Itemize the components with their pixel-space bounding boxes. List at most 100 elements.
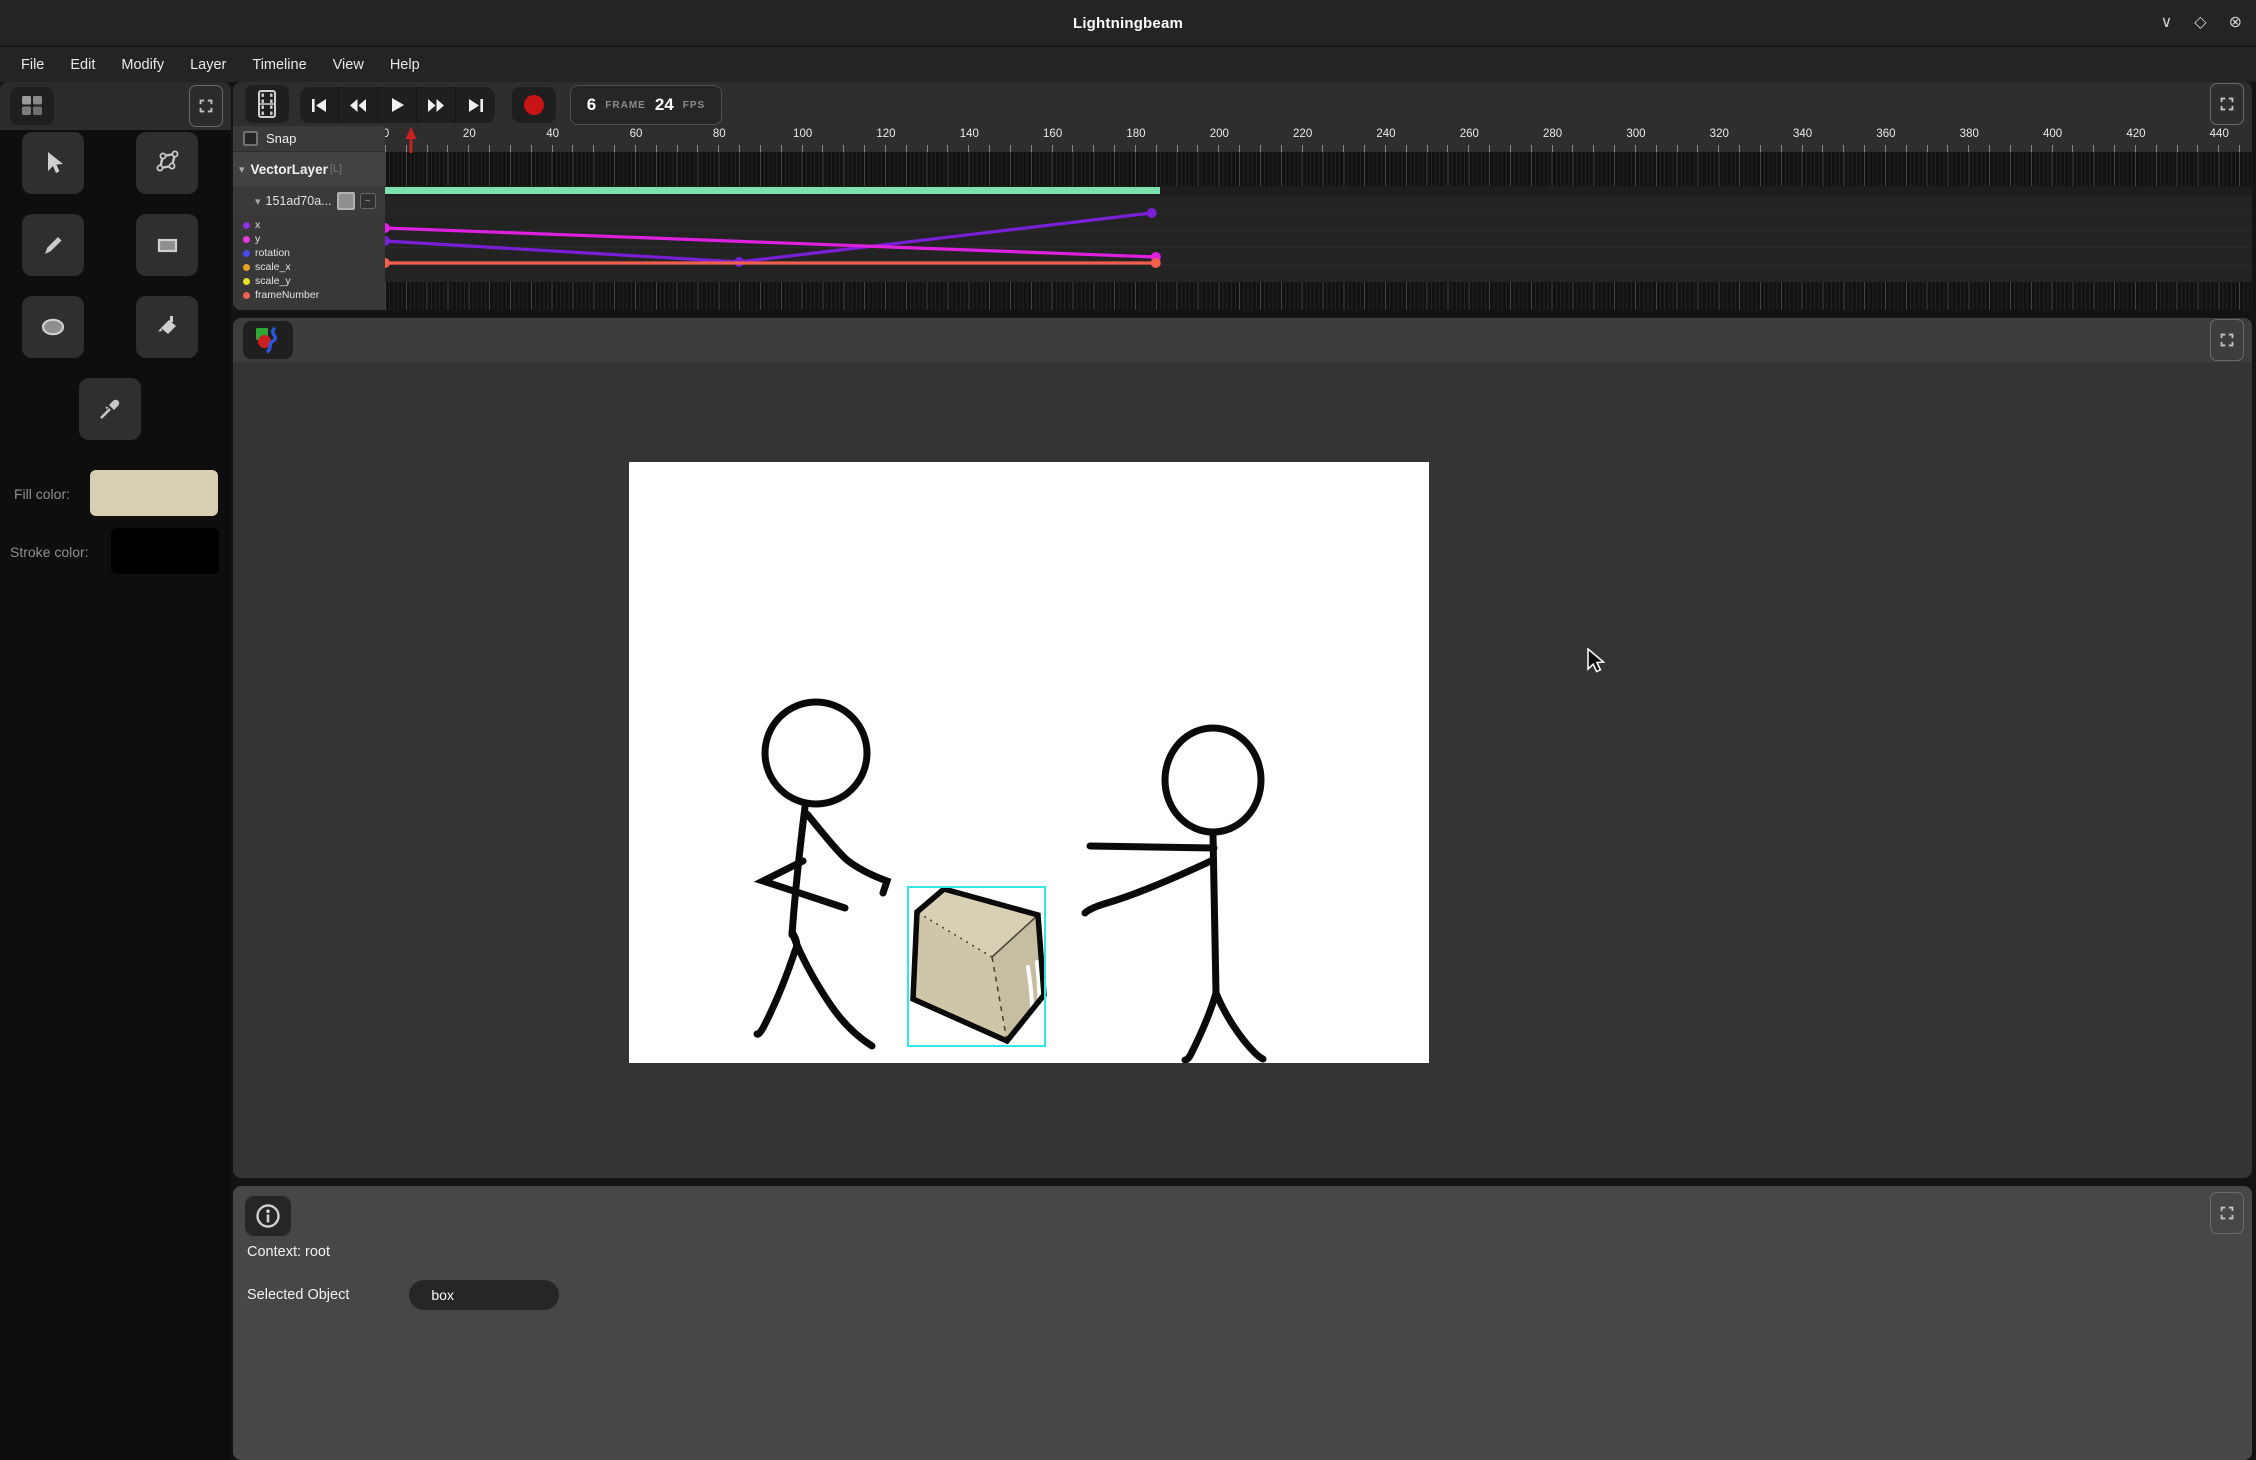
tool-pencil-button[interactable]	[22, 214, 84, 276]
layer-span-bar[interactable]	[385, 187, 1160, 194]
ruler-tick	[1697, 145, 1698, 152]
canvas-expand-button[interactable]	[2210, 319, 2244, 361]
selected-object-value[interactable]: box	[409, 1280, 559, 1310]
sublayer-caret-icon[interactable]: ▾	[255, 195, 261, 208]
window-controls: ∨ ◇ ⊗	[2161, 0, 2242, 46]
menu-modify[interactable]: Modify	[108, 57, 177, 73]
snap-checkbox[interactable]	[243, 131, 258, 146]
eyedropper-icon	[96, 395, 124, 423]
fast-forward-button[interactable]	[417, 87, 456, 123]
tool-select-button[interactable]	[22, 132, 84, 194]
tool-transform-button[interactable]	[136, 132, 198, 194]
keyframe-dot-frameNumber[interactable]	[1151, 258, 1161, 268]
stroke-color-swatch[interactable]	[111, 528, 219, 574]
stage[interactable]	[629, 462, 1429, 1063]
timeline-ruler[interactable]: 0204060801001201401601802002202402602803…	[385, 126, 2252, 152]
menu-timeline[interactable]: Timeline	[239, 57, 319, 73]
ruler-tick	[739, 145, 740, 152]
rectangle-icon	[153, 231, 181, 259]
ruler-tick	[1906, 145, 1907, 152]
ruler-tick	[1260, 145, 1261, 152]
tool-paint-bucket-button[interactable]	[136, 296, 198, 358]
tools-panel-header	[0, 82, 231, 130]
timeline-expand-button[interactable]	[2210, 83, 2244, 125]
ruler-tick	[1406, 145, 1407, 152]
ruler-tick	[1052, 145, 1053, 152]
play-button[interactable]	[378, 87, 417, 123]
frames-strip-bottom[interactable]	[385, 282, 2252, 310]
film-strip-icon	[255, 89, 279, 119]
property-color-dot	[243, 292, 250, 299]
skip-to-start-button[interactable]	[300, 87, 339, 123]
ruler-label: 280	[1543, 128, 1562, 140]
expand-icon	[196, 96, 216, 116]
layer-caret-icon[interactable]: ▾	[239, 163, 245, 176]
keyframe-dot-frameNumber[interactable]	[385, 258, 390, 268]
ruler-tick	[947, 145, 948, 152]
context-expand-button[interactable]	[2210, 1192, 2244, 1234]
ruler-tick	[2010, 145, 2011, 152]
keyframe-dot-y[interactable]	[385, 223, 390, 233]
scene-tab-button[interactable]	[243, 321, 293, 359]
ruler-tick	[864, 145, 865, 152]
selected-object-row: Selected Object box	[247, 1280, 559, 1310]
ruler-tick	[1343, 145, 1344, 152]
maximize-button[interactable]: ◇	[2194, 15, 2206, 31]
context-text: Context: root	[247, 1244, 330, 1260]
ruler-tick	[1781, 145, 1782, 152]
minimize-button[interactable]: ∨	[2161, 15, 2173, 31]
timeline-tracks[interactable]: 0204060801001201401601802002202402602803…	[385, 126, 2252, 310]
frames-strip-top[interactable]	[385, 152, 2252, 186]
ruler-tick	[1385, 145, 1386, 152]
property-list: xyrotationscale_xscale_yframeNumber	[233, 218, 385, 302]
menu-view[interactable]: View	[320, 57, 377, 73]
ruler-tick	[552, 145, 553, 152]
layer-row-vectorlayer[interactable]: ▾ VectorLayer [L]	[233, 152, 385, 186]
ruler-label: 20	[463, 128, 476, 140]
mouse-cursor	[1586, 648, 1608, 678]
tool-rectangle-button[interactable]	[136, 214, 198, 276]
property-row-frameNumber[interactable]: frameNumber	[233, 288, 385, 302]
ruler-label: 220	[1293, 128, 1312, 140]
property-row-scale_x[interactable]: scale_x	[233, 260, 385, 274]
ruler-tick	[1760, 145, 1761, 152]
ruler-tick	[2156, 145, 2157, 152]
frame-counter[interactable]: 6 FRAME 24 FPS	[570, 85, 722, 125]
property-row-rotation[interactable]: rotation	[233, 246, 385, 260]
keyframe-dot-x[interactable]	[1147, 208, 1157, 218]
property-row-y[interactable]: y	[233, 232, 385, 246]
playhead[interactable]	[404, 126, 418, 154]
info-icon	[255, 1203, 281, 1229]
keyframe-curves[interactable]	[385, 196, 2252, 282]
menu-help[interactable]: Help	[377, 57, 433, 73]
sublayer-row[interactable]: ▾ 151ad70a... ~	[233, 186, 385, 216]
info-button[interactable]	[245, 1196, 291, 1236]
ruler-tick	[2114, 145, 2115, 152]
ruler-tick	[1885, 145, 1886, 152]
ruler-label: 240	[1376, 128, 1395, 140]
property-row-scale_y[interactable]: scale_y	[233, 274, 385, 288]
panel-grid-button[interactable]	[10, 87, 54, 125]
property-row-x[interactable]: x	[233, 218, 385, 232]
tools-expand-button[interactable]	[189, 85, 223, 127]
menu-layer[interactable]: Layer	[177, 57, 239, 73]
skip-to-end-button[interactable]	[456, 87, 495, 123]
rewind-button[interactable]	[339, 87, 378, 123]
menu-edit[interactable]: Edit	[57, 57, 108, 73]
ruler-tick	[385, 145, 386, 152]
ruler-tick	[593, 145, 594, 152]
sublayer-toggle-button[interactable]: ~	[360, 193, 376, 209]
sublayer-swatch-button[interactable]	[337, 192, 355, 210]
menu-file[interactable]: File	[8, 57, 57, 73]
close-button[interactable]: ⊗	[2229, 15, 2242, 31]
menubar: FileEditModifyLayerTimelineViewHelp	[0, 47, 2256, 82]
timeline-film-button[interactable]	[245, 85, 289, 123]
record-button[interactable]	[512, 87, 556, 123]
record-icon	[523, 94, 545, 116]
tool-ellipse-button[interactable]	[22, 296, 84, 358]
ruler-label: 400	[2043, 128, 2062, 140]
tool-eyedropper-button[interactable]	[79, 378, 141, 440]
fill-color-swatch[interactable]	[90, 470, 218, 516]
ruler-label: 420	[2126, 128, 2145, 140]
keyframe-dot-x[interactable]	[385, 236, 390, 246]
